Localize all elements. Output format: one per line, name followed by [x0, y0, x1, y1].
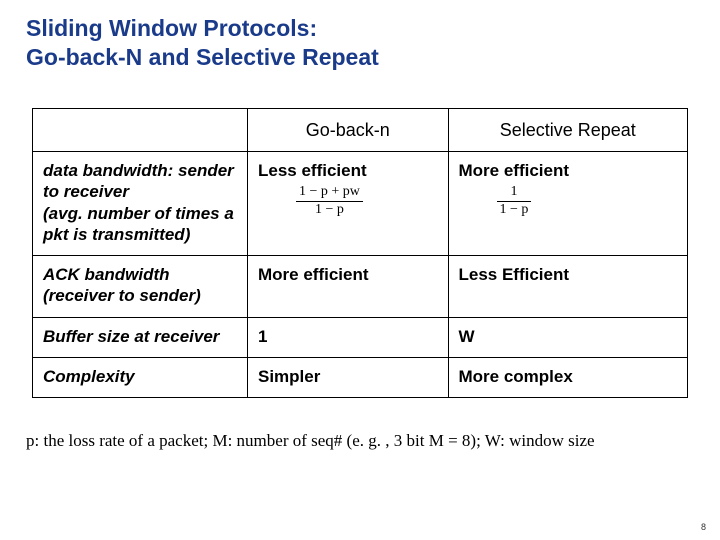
- comparison-table: Go-back-n Selective Repeat data bandwidt…: [32, 108, 688, 399]
- row2-label: Buffer size at receiver: [33, 317, 248, 357]
- row0-sr-formula: 1 1 − p: [497, 185, 678, 217]
- row0-gbn-formula: 1 − p + pw 1 − p: [296, 185, 438, 217]
- row1-gbn: More efficient: [248, 256, 449, 318]
- title-line2: Go-back-N and Selective Repeat: [26, 44, 379, 70]
- table-header-row: Go-back-n Selective Repeat: [33, 108, 688, 152]
- header-selective-repeat: Selective Repeat: [448, 108, 688, 152]
- row0-gbn: Less efficient 1 − p + pw 1 − p: [248, 152, 449, 256]
- row1-label: ACK bandwidth (receiver to sender): [33, 256, 248, 318]
- row3-gbn: Simpler: [248, 357, 449, 397]
- table-row: ACK bandwidth (receiver to sender) More …: [33, 256, 688, 318]
- row0-sr: More efficient 1 1 − p: [448, 152, 688, 256]
- row3-label: Complexity: [33, 357, 248, 397]
- row2-gbn: 1: [248, 317, 449, 357]
- slide-title: Sliding Window Protocols: Go-back-N and …: [26, 14, 694, 72]
- row0-label: data bandwidth: sender to receiver (avg.…: [33, 152, 248, 256]
- row1-sr: Less Efficient: [448, 256, 688, 318]
- page-number: 8: [701, 522, 706, 532]
- row3-sr: More complex: [448, 357, 688, 397]
- table-row: Buffer size at receiver 1 W: [33, 317, 688, 357]
- header-go-back-n: Go-back-n: [248, 108, 449, 152]
- footnote: p: the loss rate of a packet; M: number …: [26, 430, 694, 452]
- table-row: Complexity Simpler More complex: [33, 357, 688, 397]
- header-blank: [33, 108, 248, 152]
- title-line1: Sliding Window Protocols:: [26, 15, 317, 41]
- row2-sr: W: [448, 317, 688, 357]
- table-row: data bandwidth: sender to receiver (avg.…: [33, 152, 688, 256]
